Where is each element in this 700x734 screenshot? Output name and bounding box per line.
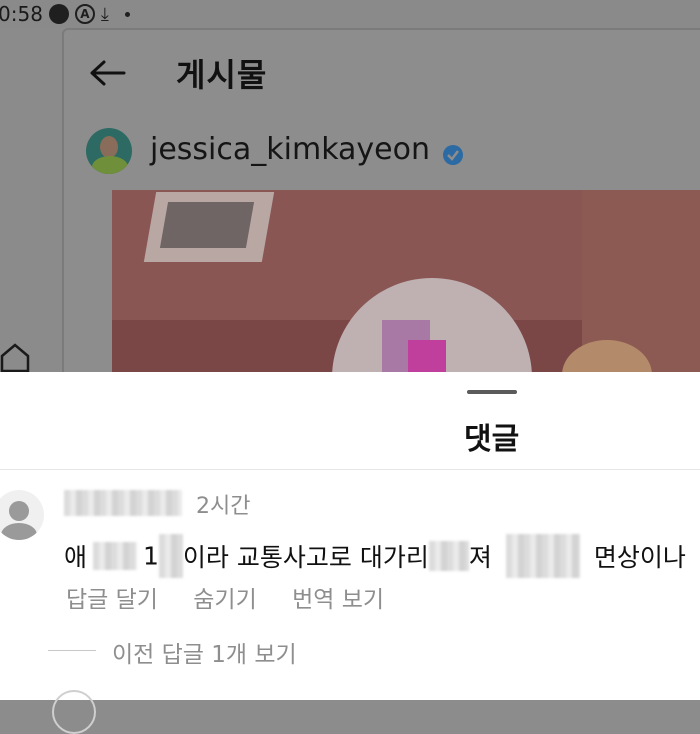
post-username[interactable]: jessica_kimkayeon — [150, 132, 430, 167]
home-icon[interactable] — [0, 342, 30, 372]
translate-button[interactable]: 번역 보기 — [292, 587, 384, 613]
side-nav-strip — [0, 28, 62, 378]
drag-handle[interactable] — [467, 390, 517, 394]
status-time: 0:58 — [0, 2, 43, 26]
back-arrow-icon[interactable] — [88, 58, 128, 88]
redacted-text — [158, 534, 183, 578]
chat-bubble-icon — [48, 4, 69, 24]
commenter-name-redacted[interactable] — [64, 490, 182, 516]
verified-badge-icon — [443, 145, 463, 165]
reply-button[interactable]: 답글 달기 — [66, 587, 158, 613]
next-comment-avatar[interactable] — [52, 690, 96, 734]
post-panel: 게시물 jessica_kimkayeon — [62, 28, 700, 382]
comment-time: 2시간 — [196, 494, 251, 519]
replies-divider-line — [48, 650, 96, 651]
redacted-text — [428, 541, 469, 571]
post-image[interactable] — [112, 190, 700, 382]
divider — [0, 469, 700, 470]
view-previous-replies-button[interactable]: 이전 답글 1개 보기 — [112, 635, 297, 669]
download-icon: ⤓ — [100, 3, 109, 25]
comment-actions: 답글 달기 숨기기 번역 보기 — [66, 580, 412, 614]
commenter-avatar[interactable] — [0, 490, 44, 540]
hide-button[interactable]: 숨기기 — [193, 587, 256, 613]
a-circle-icon: A — [74, 4, 95, 24]
comments-sheet: 댓글 2시간 애 1 이라 교통사고로 대가리 져 면상이나 답글 달기 숨기기 번역 … — [0, 372, 700, 734]
sheet-title: 댓글 — [464, 422, 520, 457]
avatar[interactable] — [86, 128, 132, 174]
dot-icon — [124, 11, 130, 17]
status-bar: 0:58 A ⤓ — [0, 0, 700, 28]
page-title: 게시물 — [176, 56, 268, 94]
redacted-text — [93, 542, 138, 570]
comment-text: 애 1 이라 교통사고로 대가리 져 면상이나 — [64, 534, 686, 578]
redacted-text — [505, 534, 580, 578]
